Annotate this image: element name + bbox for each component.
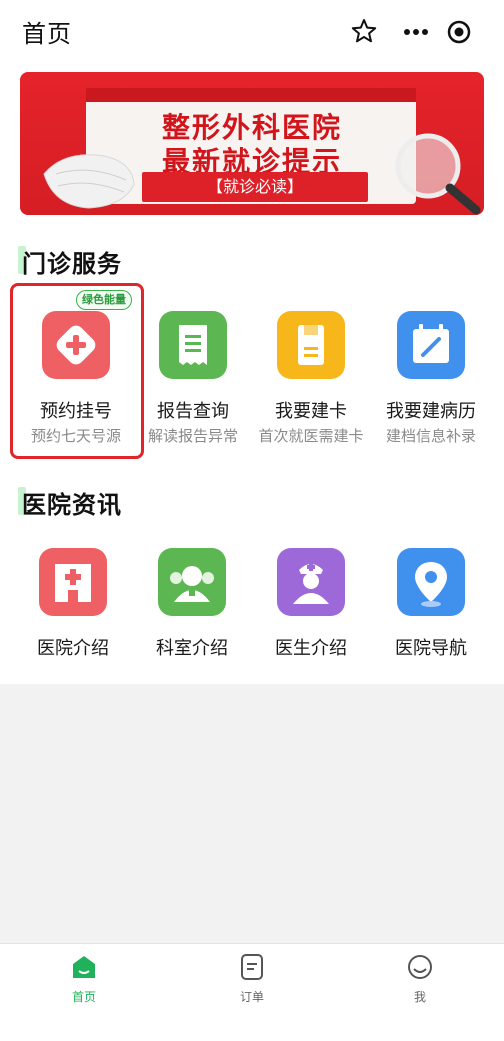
more-icon[interactable] [403,25,429,39]
mini-program-capsule [391,13,483,51]
green-energy-badge: 绿色能量 [76,290,132,310]
news-title-text: 医院资讯 [22,491,122,519]
tab-orders-label: 订单 [239,990,264,1004]
report-query-tile [159,311,227,379]
card-icon [298,325,324,365]
doctor-team-icon [170,566,214,602]
hospital-intro-item[interactable]: 医院介绍 [10,548,136,708]
face-mask-icon [43,154,135,209]
appointment-tile [42,311,110,379]
tab-home[interactable]: 首页 [44,952,124,1012]
hospital-navigation-label: 医院导航 [395,638,467,659]
medical-record-tile [397,311,465,379]
magnifier-icon [395,133,481,215]
banner-panel-top [86,88,416,102]
banner-tag: 【就诊必读】 [142,172,368,202]
create-card-tile [277,311,345,379]
outpatient-section-title: 门诊服务 [18,244,122,279]
department-intro-item[interactable]: 科室介绍 [129,548,255,708]
top-nav-bar: 首页 [0,0,504,64]
tab-me[interactable]: 我 [380,952,460,1012]
create-card-label: 我要建卡 [275,401,347,422]
department-intro-label: 科室介绍 [156,638,228,659]
calendar-edit-icon [413,324,449,363]
nurse-icon [293,563,329,604]
receipt-icon [179,325,207,365]
report-query-sub: 解读报告异常 [147,427,238,445]
appointment-label: 预约挂号 [40,401,112,422]
bottom-tab-bar: 首页 订单 我 [0,943,504,1041]
page-title: 首页 [22,20,72,48]
hospital-icon [55,564,91,602]
medical-record-item[interactable]: 我要建病历 建档信息补录 [368,311,494,471]
close-target-icon[interactable] [446,19,472,45]
create-card-sub: 首次就医需建卡 [258,427,364,445]
create-card-item[interactable]: 我要建卡 首次就医需建卡 [248,311,374,471]
doctor-intro-tile [277,548,345,616]
medical-record-label: 我要建病历 [386,401,476,422]
location-pin-icon [415,562,447,607]
appointment-item[interactable]: 预约挂号 预约七天号源 [13,311,139,471]
order-icon [241,954,263,980]
report-query-item[interactable]: 报告查询 解读报告异常 [130,311,256,471]
appointment-sub: 预约七天号源 [30,427,121,445]
report-query-label: 报告查询 [157,401,229,422]
outpatient-title-text: 门诊服务 [22,250,122,278]
department-intro-tile [158,548,226,616]
news-section-title: 医院资讯 [18,485,122,520]
star-icon[interactable] [351,18,377,44]
tab-orders[interactable]: 订单 [212,952,292,1012]
home-icon [73,956,95,978]
plus-diamond-icon [56,325,96,365]
notice-banner[interactable]: 整形外科医院 最新就诊提示 【就诊必读】 [20,72,484,215]
doctor-intro-label: 医生介绍 [275,638,347,659]
tab-home-label: 首页 [71,990,96,1004]
user-face-icon [408,955,432,979]
hospital-navigation-item[interactable]: 医院导航 [368,548,494,708]
hospital-intro-tile [39,548,107,616]
tab-me-label: 我 [413,990,426,1004]
hospital-navigation-tile [397,548,465,616]
hospital-intro-label: 医院介绍 [37,638,109,659]
doctor-intro-item[interactable]: 医生介绍 [248,548,374,708]
medical-record-sub: 建档信息补录 [385,427,476,445]
